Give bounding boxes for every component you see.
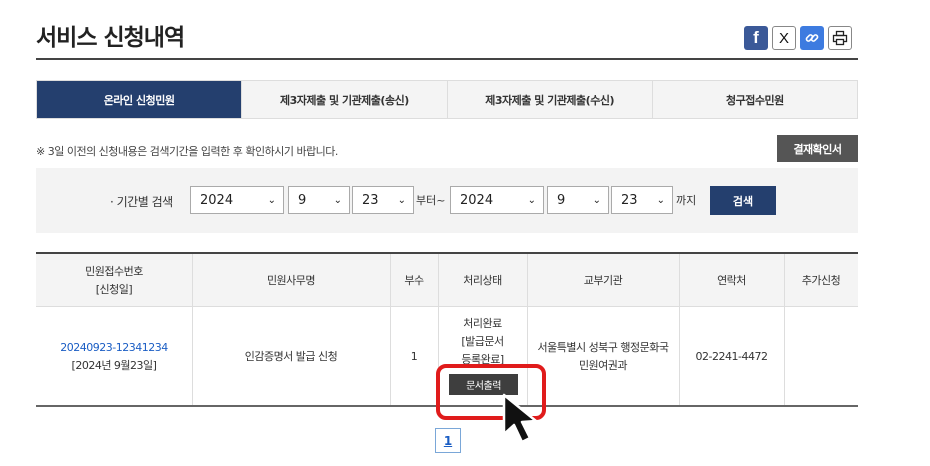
link-icon	[805, 34, 819, 42]
agency-name-line2: 민원여권과	[578, 358, 628, 372]
status-detail-1: [발급문서	[461, 335, 504, 348]
from-day-select[interactable]: 23 ⌄	[352, 186, 414, 214]
tab-third-party-sent[interactable]: 제3자제출 및 기관제출(송신)	[242, 81, 448, 118]
receipt-number-link[interactable]: 20240923-12341234	[60, 339, 168, 357]
page-1-button[interactable]: 1	[435, 428, 461, 453]
payment-confirmation-button[interactable]: 결재확인서	[777, 135, 858, 162]
chevron-down-icon: ⌄	[656, 195, 665, 206]
cell-issuing-agency: 서울특별시 성북구 행정문화국 민원여권과	[527, 307, 679, 406]
printer-icon	[832, 30, 848, 46]
notice-text: ※ 3일 이전의 신청내용은 검색기간을 입력한 후 확인하시기 바랍니다.	[36, 145, 338, 158]
to-month-value: 9	[557, 192, 566, 208]
agency-name-line1: 서울특별시 성북구 행정문화국	[537, 340, 669, 354]
chevron-down-icon: ⌄	[527, 195, 536, 206]
header-status: 처리상태	[463, 273, 502, 287]
tab-online-application[interactable]: 온라인 신청민원	[37, 81, 243, 118]
facebook-share-button[interactable]: f	[744, 26, 768, 50]
x-share-button[interactable]: X	[772, 26, 796, 50]
header-receipt-date-label: [신청일]	[95, 282, 133, 296]
status-text: 처리완료	[463, 317, 502, 330]
receipt-date: [2024년 9월23일]	[71, 358, 157, 372]
chevron-down-icon: ⌄	[333, 195, 342, 206]
cell-additional-request	[784, 307, 858, 406]
mouse-cursor-icon	[502, 393, 538, 444]
print-page-button[interactable]	[828, 26, 852, 50]
from-month-value: 9	[298, 192, 307, 208]
to-year-value: 2024	[460, 192, 494, 208]
link-share-button[interactable]	[800, 26, 824, 50]
search-period-label: · 기간별 검색	[110, 195, 173, 209]
header-receipt-number-label: 민원접수번호	[85, 264, 143, 278]
header-receipt-number: 민원접수번호 [신청일]	[36, 254, 192, 307]
header-contact: 연락처	[717, 273, 746, 287]
chevron-down-icon: ⌄	[592, 195, 601, 206]
cell-contact: 02-2241-4472	[695, 349, 768, 363]
header-service-name: 민원사무명	[266, 273, 316, 287]
to-day-value: 23	[621, 192, 638, 208]
from-year-value: 2024	[200, 192, 234, 208]
facebook-icon: f	[753, 28, 759, 47]
title-divider	[36, 58, 858, 60]
from-suffix-label: 부터~	[416, 194, 446, 207]
cell-service-name: 인감증명서 발급 신청	[244, 349, 338, 363]
from-year-select[interactable]: 2024 ⌄	[190, 186, 284, 214]
header-copies: 부수	[404, 273, 424, 287]
header-issuing-agency: 교부기관	[583, 273, 623, 287]
tab-claim-receipt[interactable]: 청구접수민원	[652, 81, 857, 118]
x-icon: X	[778, 29, 789, 47]
to-suffix-label: 까지	[676, 194, 697, 207]
to-year-select[interactable]: 2024 ⌄	[450, 186, 544, 214]
chevron-down-icon: ⌄	[397, 195, 406, 206]
cell-receipt-number: 20240923-12341234 [2024년 9월23일]	[36, 307, 192, 406]
page-title: 서비스 신청내역	[36, 25, 185, 51]
tab-bar: 온라인 신청민원 제3자제출 및 기관제출(송신) 제3자제출 및 기관제출(수…	[36, 80, 858, 119]
to-month-select[interactable]: 9 ⌄	[547, 186, 609, 214]
search-button[interactable]: 검색	[710, 186, 776, 215]
tab-third-party-received[interactable]: 제3자제출 및 기관제출(수신)	[447, 81, 653, 118]
header-additional-request: 추가신청	[801, 273, 841, 287]
from-day-value: 23	[362, 192, 379, 208]
to-day-select[interactable]: 23 ⌄	[611, 186, 673, 214]
from-month-select[interactable]: 9 ⌄	[288, 186, 350, 214]
chevron-down-icon: ⌄	[267, 195, 276, 206]
cell-copies: 1	[410, 349, 418, 363]
